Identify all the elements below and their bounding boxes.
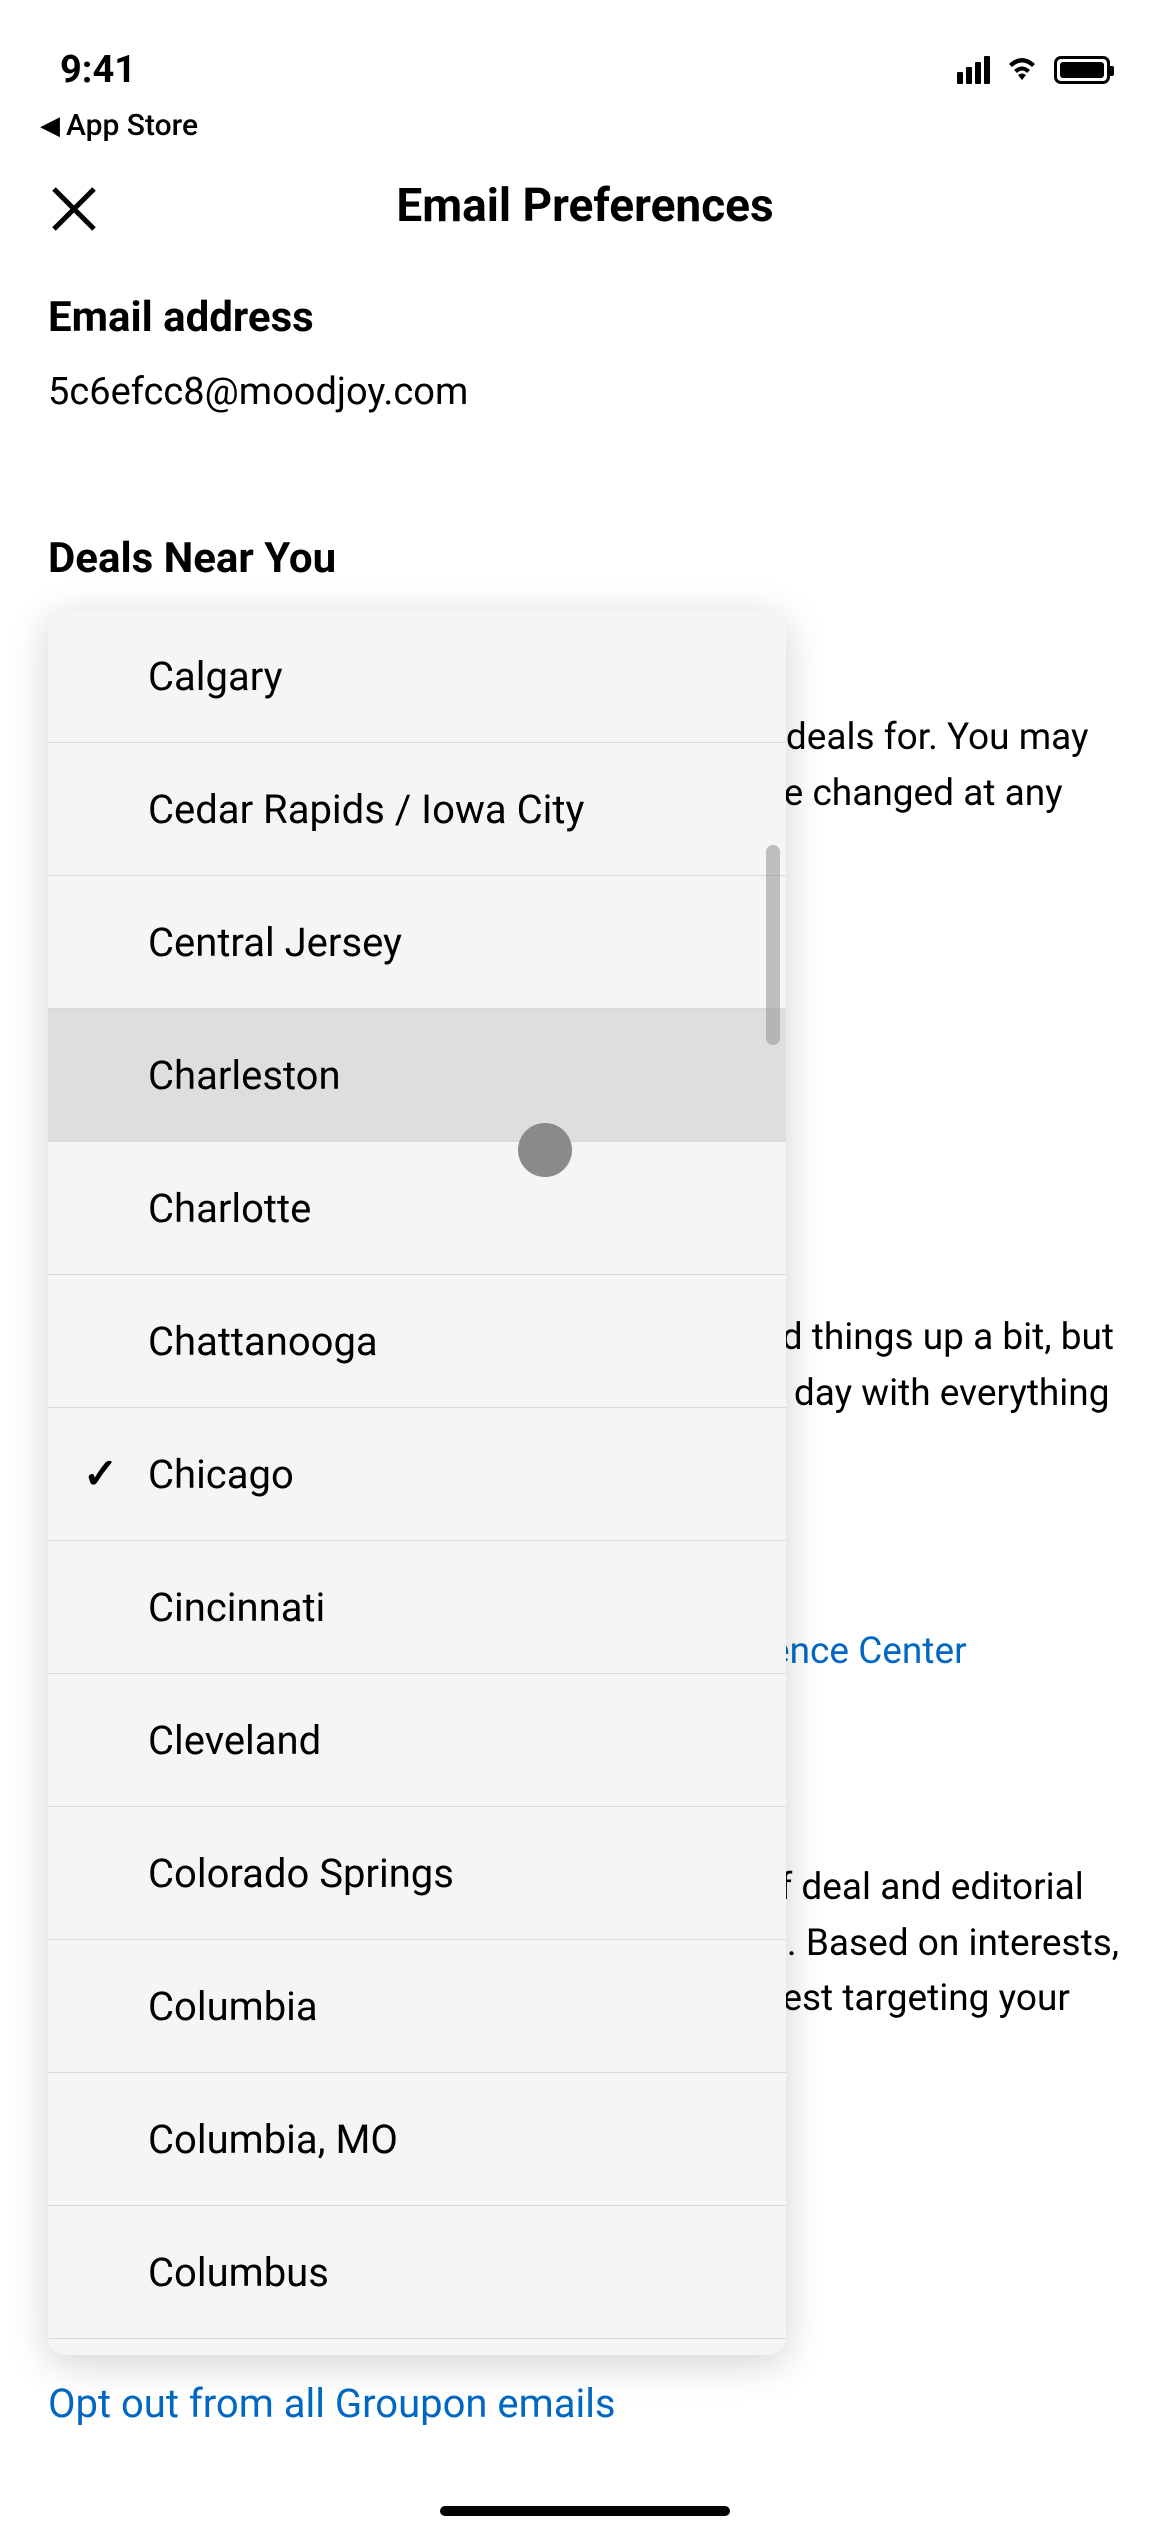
city-option[interactable]: Central Jersey xyxy=(48,876,786,1009)
signal-icon xyxy=(957,56,990,84)
back-to-app[interactable]: ◀ App Store xyxy=(0,100,1170,143)
city-option[interactable]: Charlotte xyxy=(48,1142,786,1275)
preference-center-link[interactable]: ence Center xyxy=(770,1630,967,1673)
header: Email Preferences xyxy=(0,179,1170,233)
battery-icon xyxy=(1054,56,1110,84)
scrollbar[interactable] xyxy=(766,845,780,1045)
close-icon xyxy=(48,183,100,235)
status-icons xyxy=(957,54,1110,86)
city-option[interactable]: Charleston xyxy=(48,1009,786,1142)
email-address-value: 5c6efcc8@moodjoy.com xyxy=(48,370,1122,414)
city-option[interactable]: Cincinnati xyxy=(48,1541,786,1674)
city-option[interactable]: Columbus xyxy=(48,2206,786,2339)
city-option[interactable]: Columbia, MO xyxy=(48,2073,786,2206)
city-option-label: Colorado Springs xyxy=(148,1850,454,1897)
close-button[interactable] xyxy=(48,183,100,244)
opt-out-link[interactable]: Opt out from all Groupon emails xyxy=(48,2380,616,2427)
home-indicator[interactable] xyxy=(440,2506,730,2516)
wifi-icon xyxy=(1004,54,1040,86)
back-caret-icon: ◀ xyxy=(40,111,60,141)
city-option-label: Calgary xyxy=(148,653,283,700)
touch-indicator xyxy=(518,1123,572,1177)
page-title: Email Preferences xyxy=(396,179,773,233)
status-time: 9:41 xyxy=(60,48,136,92)
city-option-label: Central Jersey xyxy=(148,919,402,966)
back-app-label: App Store xyxy=(66,108,198,143)
city-option[interactable]: Cleveland xyxy=(48,1674,786,1807)
content: Email address 5c6efcc8@moodjoy.com Deals… xyxy=(0,233,1170,583)
city-option-label: Charlotte xyxy=(148,1185,311,1232)
city-option-label: Chattanooga xyxy=(148,1318,378,1365)
city-option-label: Cedar Rapids / Iowa City xyxy=(148,786,584,833)
city-option-label: Columbia xyxy=(148,1983,318,2030)
city-option-label: Cleveland xyxy=(148,1717,321,1764)
checkmark-icon: ✓ xyxy=(83,1449,118,1499)
city-option[interactable]: Calgary xyxy=(48,610,786,743)
city-option[interactable]: ✓ Chicago xyxy=(48,1408,786,1541)
city-option[interactable]: Colorado Springs xyxy=(48,1807,786,1940)
city-option[interactable]: Chattanooga xyxy=(48,1275,786,1408)
city-option-label: Columbus xyxy=(148,2249,329,2296)
city-option-label: Columbia, MO xyxy=(148,2116,398,2163)
status-bar: 9:41 xyxy=(0,0,1170,100)
city-option[interactable]: Columbia xyxy=(48,1940,786,2073)
city-option-label: Chicago xyxy=(148,1451,294,1498)
city-option[interactable]: Cedar Rapids / Iowa City xyxy=(48,743,786,876)
deals-heading: Deals Near You xyxy=(48,534,1122,583)
email-address-label: Email address xyxy=(48,293,1122,342)
city-option-label: Cincinnati xyxy=(148,1584,325,1631)
city-option-label: Charleston xyxy=(148,1052,341,1099)
city-dropdown-list: Calgary Cedar Rapids / Iowa City Central J… xyxy=(48,610,786,2339)
city-dropdown[interactable]: Calgary Cedar Rapids / Iowa City Central J… xyxy=(48,610,786,2355)
